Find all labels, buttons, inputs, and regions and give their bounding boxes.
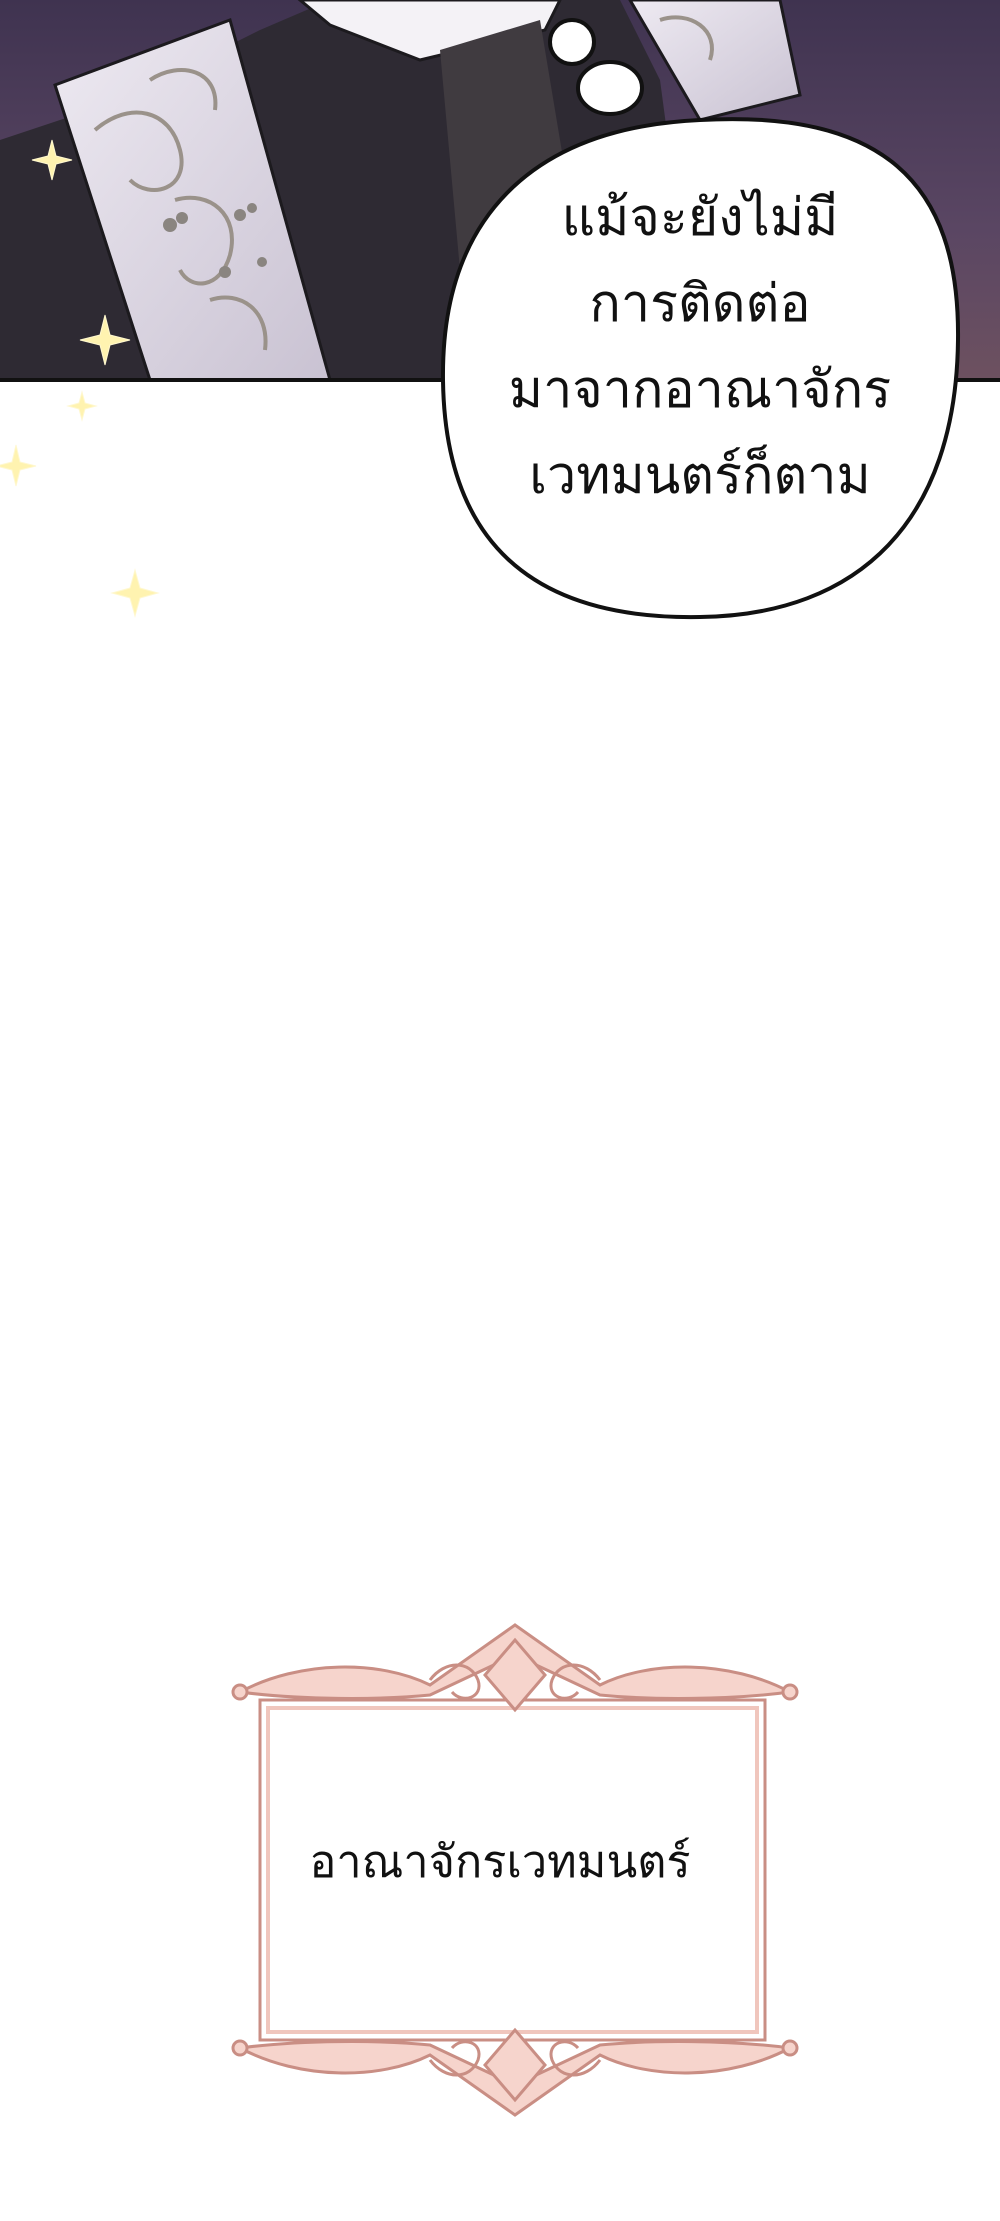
speech-line: การติดต่อ [589,274,811,334]
comic-page: แม้จะยังไม่มี การติดต่อ มาจากอาณาจักร เว… [0,0,1000,2221]
speech-bubble-text: แม้จะยังไม่มี การติดต่อ มาจากอาณาจักร เว… [440,175,960,519]
bubble-trail-small [548,18,596,66]
frame-ornament-bottom [231,2027,799,2117]
bubble-trail-medium [576,60,644,116]
location-caption: อาณาจักรเวทมนตร์ [309,1835,691,1888]
speech-line: เวทมนตร์ก็ตาม [529,446,871,506]
frame-ornament-top [231,1623,799,1713]
speech-line: มาจากอาณาจักร [508,360,892,420]
speech-line: แม้จะยังไม่มี [561,188,839,248]
